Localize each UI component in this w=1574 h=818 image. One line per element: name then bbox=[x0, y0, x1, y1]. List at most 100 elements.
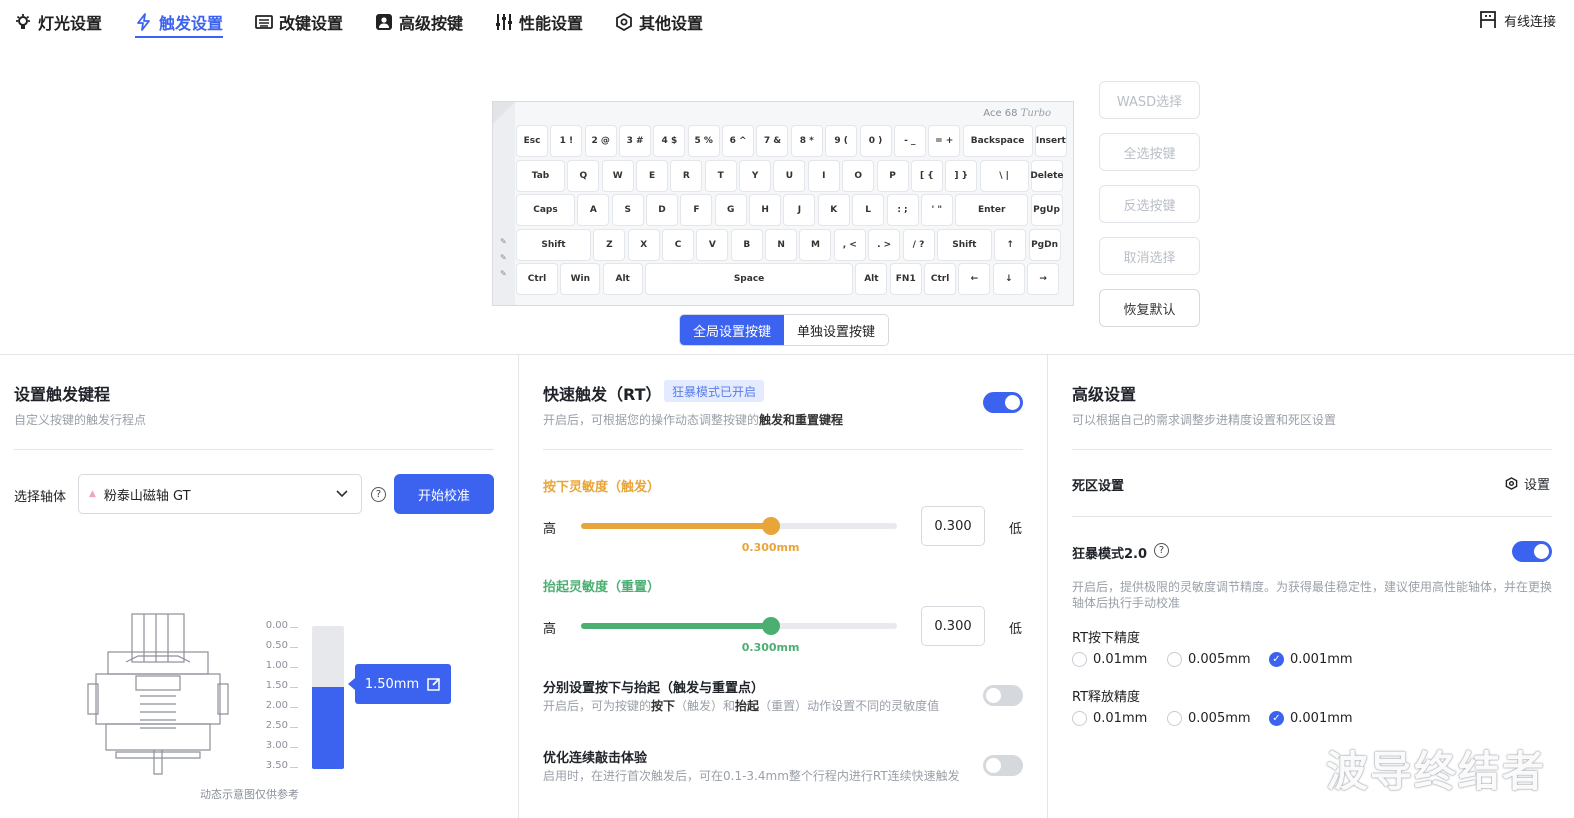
precision-option[interactable]: 0.005mm bbox=[1167, 711, 1251, 726]
key-delete[interactable]: Delete bbox=[1030, 161, 1063, 191]
tab-remap[interactable]: 改键设置 bbox=[255, 8, 343, 36]
tab-advanced-keys[interactable]: 高级按键 bbox=[375, 8, 463, 36]
tab-performance[interactable]: 性能设置 bbox=[495, 8, 583, 36]
key-[interactable]: ↑ bbox=[995, 230, 1026, 260]
precision-option[interactable]: ✓ 0.001mm bbox=[1269, 652, 1353, 667]
key-2[interactable]: 2 @ bbox=[585, 126, 616, 156]
key-[interactable]: ] } bbox=[946, 161, 977, 191]
select-all-button[interactable]: 全选按键 bbox=[1099, 133, 1200, 171]
press-slider-thumb[interactable] bbox=[761, 517, 780, 535]
key-shift[interactable]: Shift bbox=[517, 230, 590, 260]
key-tab[interactable]: Tab bbox=[517, 161, 564, 191]
precision-option[interactable]: 0.01mm bbox=[1072, 652, 1147, 667]
key-b[interactable]: B bbox=[731, 230, 762, 260]
key-z[interactable]: Z bbox=[594, 230, 625, 260]
key-r[interactable]: R bbox=[671, 161, 702, 191]
key-u[interactable]: U bbox=[774, 161, 805, 191]
press-value-input[interactable]: 0.300 bbox=[921, 506, 985, 546]
key-[interactable]: , < bbox=[834, 230, 865, 260]
key-y[interactable]: Y bbox=[740, 161, 771, 191]
key-backspace[interactable]: Backspace bbox=[963, 126, 1032, 156]
key-t[interactable]: T bbox=[705, 161, 736, 191]
deselect-button[interactable]: 取消选择 bbox=[1099, 237, 1200, 275]
key-win[interactable]: Win bbox=[561, 264, 600, 294]
key-d[interactable]: D bbox=[647, 195, 678, 225]
separate-setting-toggle[interactable] bbox=[983, 685, 1023, 706]
key-7[interactable]: 7 & bbox=[757, 126, 788, 156]
key-s[interactable]: S bbox=[612, 195, 643, 225]
single-key-button[interactable]: 单独设置按键 bbox=[784, 315, 889, 345]
tab-other[interactable]: 其他设置 bbox=[615, 8, 703, 36]
key-ctrl[interactable]: Ctrl bbox=[517, 264, 557, 294]
key-n[interactable]: N bbox=[766, 230, 797, 260]
key-9[interactable]: 9 ( bbox=[826, 126, 857, 156]
tab-lighting[interactable]: 灯光设置 bbox=[14, 8, 102, 36]
key-[interactable]: [ { bbox=[911, 161, 942, 191]
key-[interactable]: \ | bbox=[980, 161, 1028, 191]
release-slider[interactable] bbox=[581, 617, 897, 635]
key-6[interactable]: 6 ^ bbox=[723, 126, 754, 156]
key-m[interactable]: M bbox=[800, 230, 831, 260]
invert-select-button[interactable]: 反选按键 bbox=[1099, 185, 1200, 223]
key-q[interactable]: Q bbox=[568, 161, 599, 191]
precision-option[interactable]: 0.005mm bbox=[1167, 652, 1251, 667]
deadzone-settings-button[interactable]: 设置 bbox=[1505, 474, 1550, 493]
key-5[interactable]: 5 % bbox=[688, 126, 719, 156]
help-icon[interactable]: ? bbox=[1154, 543, 1169, 558]
key-alt[interactable]: Alt bbox=[856, 264, 887, 294]
key-enter[interactable]: Enter bbox=[956, 195, 1028, 225]
key-w[interactable]: W bbox=[602, 161, 633, 191]
key-k[interactable]: K bbox=[818, 195, 849, 225]
precision-option[interactable]: 0.01mm bbox=[1072, 711, 1147, 726]
wasd-select-button[interactable]: WASD选择 bbox=[1099, 81, 1200, 119]
global-keys-button[interactable]: 全局设置按键 bbox=[680, 315, 785, 345]
press-slider[interactable] bbox=[581, 517, 897, 535]
key-p[interactable]: P bbox=[877, 161, 908, 191]
key-caps[interactable]: Caps bbox=[517, 195, 574, 225]
key-[interactable]: → bbox=[1028, 264, 1059, 294]
key-o[interactable]: O bbox=[843, 161, 874, 191]
precision-option[interactable]: ✓ 0.001mm bbox=[1269, 711, 1353, 726]
key-pgup[interactable]: PgUp bbox=[1031, 195, 1062, 225]
key-ctrl[interactable]: Ctrl bbox=[925, 264, 956, 294]
key-g[interactable]: G bbox=[715, 195, 746, 225]
key-[interactable]: ↓ bbox=[993, 264, 1024, 294]
key-j[interactable]: J bbox=[784, 195, 815, 225]
tab-trigger[interactable]: 触发设置 bbox=[135, 8, 224, 38]
key-[interactable]: - _ bbox=[894, 126, 925, 156]
key-shift[interactable]: Shift bbox=[937, 230, 991, 260]
key-h[interactable]: H bbox=[750, 195, 781, 225]
release-value-input[interactable]: 0.300 bbox=[921, 606, 985, 646]
release-slider-thumb[interactable] bbox=[761, 617, 780, 635]
key-l[interactable]: L bbox=[853, 195, 884, 225]
key-pgdn[interactable]: PgDn bbox=[1029, 230, 1060, 260]
key-c[interactable]: C bbox=[663, 230, 694, 260]
key-insert[interactable]: Insert bbox=[1035, 126, 1066, 156]
key-[interactable]: ← bbox=[959, 264, 990, 294]
key-e[interactable]: E bbox=[637, 161, 668, 191]
travel-value-bubble[interactable]: 1.50mm bbox=[348, 664, 451, 704]
key-v[interactable]: V bbox=[697, 230, 728, 260]
key-0[interactable]: 0 ) bbox=[860, 126, 891, 156]
key-[interactable]: . > bbox=[869, 230, 900, 260]
key-1[interactable]: 1 ! bbox=[551, 126, 582, 156]
restore-default-button[interactable]: 恢复默认 bbox=[1099, 289, 1200, 327]
rt-toggle[interactable] bbox=[983, 392, 1023, 413]
key-[interactable]: ' " bbox=[921, 195, 952, 225]
key-[interactable]: / ? bbox=[903, 230, 934, 260]
key-[interactable]: : ; bbox=[887, 195, 918, 225]
key-alt[interactable]: Alt bbox=[603, 264, 642, 294]
key-fn1[interactable]: FN1 bbox=[890, 264, 921, 294]
help-icon[interactable]: ? bbox=[371, 487, 386, 502]
key-esc[interactable]: Esc bbox=[517, 126, 547, 156]
key-[interactable]: = + bbox=[929, 126, 960, 156]
key-8[interactable]: 8 * bbox=[791, 126, 822, 156]
key-3[interactable]: 3 # bbox=[620, 126, 651, 156]
key-f[interactable]: F bbox=[681, 195, 712, 225]
key-a[interactable]: A bbox=[578, 195, 609, 225]
berserk-toggle[interactable] bbox=[1512, 541, 1552, 562]
key-i[interactable]: I bbox=[808, 161, 839, 191]
optimize-toggle[interactable] bbox=[983, 755, 1023, 776]
key-x[interactable]: X bbox=[628, 230, 659, 260]
start-calibration-button[interactable]: 开始校准 bbox=[394, 474, 494, 514]
